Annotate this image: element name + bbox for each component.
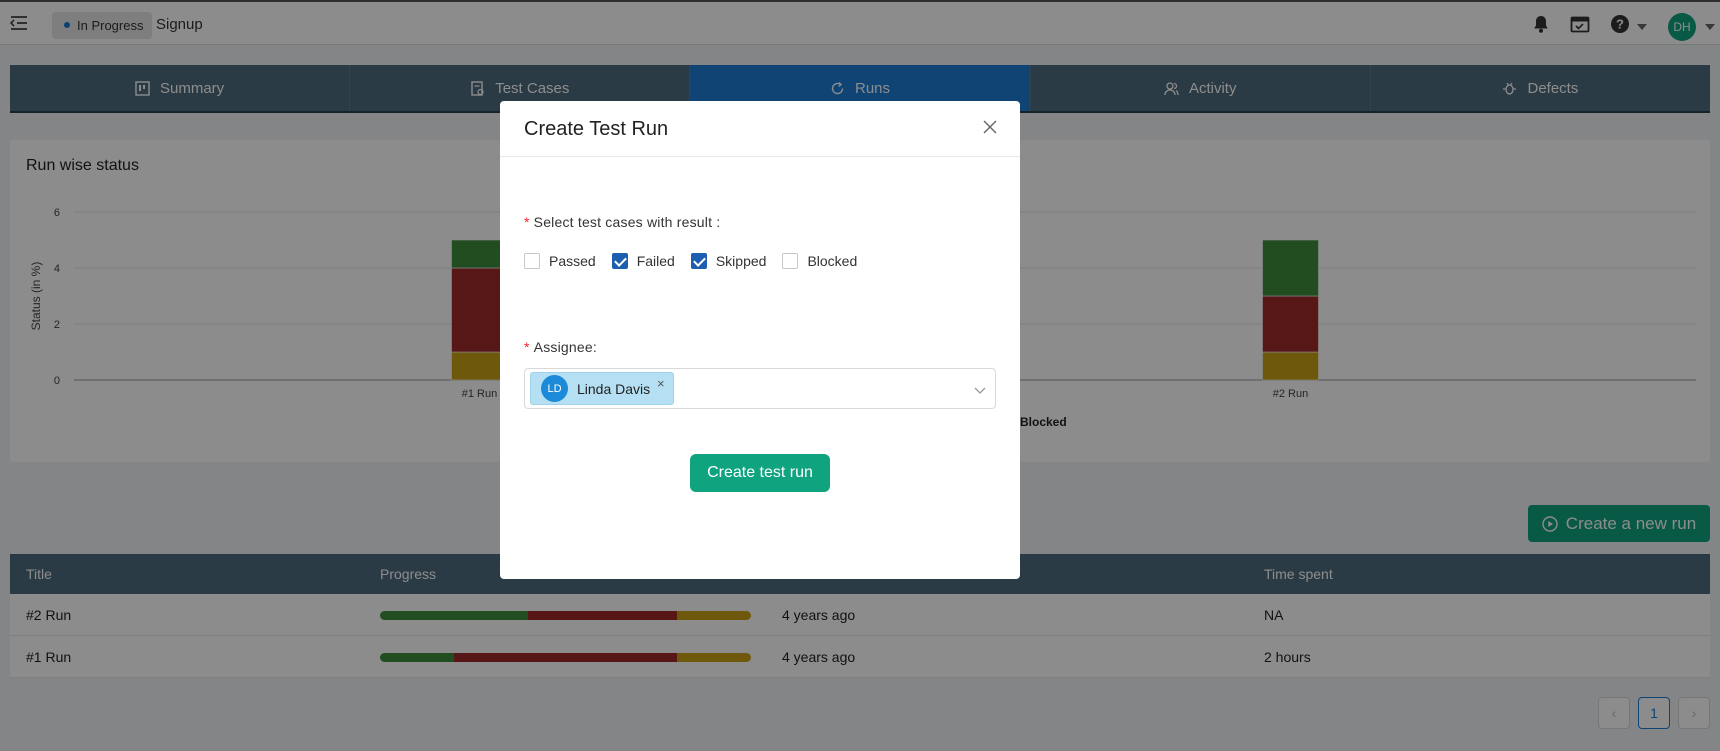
- checkbox-box[interactable]: [611, 253, 628, 269]
- checkbox-box[interactable]: [690, 253, 707, 269]
- modal-header: Create Test Run: [500, 101, 1020, 157]
- create-test-run-modal: Create Test Run * Select test cases with …: [500, 101, 1020, 579]
- checkbox-label: Skipped: [715, 253, 767, 269]
- remove-tag-icon[interactable]: ×: [657, 376, 665, 391]
- assignee-name: Linda Davis: [577, 380, 651, 397]
- checkbox-label: Blocked: [807, 253, 858, 269]
- assignee-tag: LD Linda Davis ×: [530, 372, 674, 405]
- required-mark: *: [524, 214, 530, 230]
- checkbox-label: Failed: [636, 253, 675, 269]
- result-checkbox-group: Passed Failed Skipped Blocked: [524, 253, 857, 269]
- checkbox-blocked[interactable]: Blocked: [782, 253, 857, 269]
- modal-title: Create Test Run: [524, 118, 669, 140]
- close-icon[interactable]: [982, 119, 998, 135]
- chevron-down-icon[interactable]: [974, 384, 986, 396]
- required-mark: *: [524, 339, 530, 355]
- checkbox-failed[interactable]: Failed: [611, 253, 675, 269]
- assignee-select[interactable]: LD Linda Davis ×: [524, 368, 996, 409]
- checkbox-passed[interactable]: Passed: [524, 253, 596, 269]
- assignee-field-label: * Assignee:: [524, 339, 597, 355]
- checkbox-box[interactable]: [782, 253, 799, 269]
- checkbox-skipped[interactable]: Skipped: [690, 253, 767, 269]
- create-test-run-button[interactable]: Create test run: [690, 454, 830, 492]
- results-field-label: * Select test cases with result :: [524, 214, 720, 230]
- assignee-label-text: Assignee:: [533, 339, 597, 355]
- checkbox-label: Passed: [549, 253, 596, 269]
- results-label-text: Select test cases with result :: [533, 214, 721, 230]
- checkbox-box[interactable]: [524, 253, 540, 269]
- assignee-avatar: LD: [541, 375, 568, 402]
